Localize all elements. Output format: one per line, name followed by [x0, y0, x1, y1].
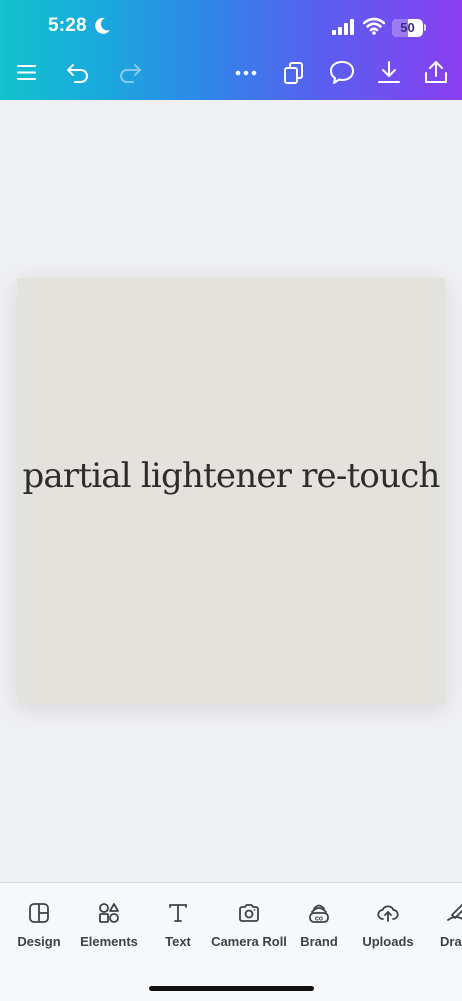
battery-level-text: 50: [400, 20, 415, 35]
bottom-toolbar: Design Elements Text Camera Roll co Bran…: [0, 882, 462, 1001]
tool-label: Camera Roll: [211, 934, 287, 949]
camera-icon: [239, 904, 259, 922]
cellular-signal-icon: [332, 19, 356, 40]
top-bar: 5:28 50: [0, 0, 462, 100]
svg-text:co: co: [315, 915, 323, 922]
tool-label: Design: [17, 934, 61, 949]
home-indicator: [149, 986, 314, 991]
battery-indicator: 50: [392, 19, 423, 37]
tool-text[interactable]: Text: [158, 901, 198, 949]
tool-design[interactable]: Design: [14, 901, 64, 949]
tool-label: Elements: [80, 934, 138, 949]
download-icon[interactable]: [374, 58, 404, 88]
wifi-icon: [362, 17, 386, 40]
tool-label: Dra: [440, 934, 462, 949]
tool-elements[interactable]: Elements: [78, 901, 140, 949]
brand-icon: co: [309, 904, 329, 923]
elements-icon: [99, 903, 119, 923]
status-time: 5:28: [48, 15, 87, 36]
moon-icon: [95, 17, 111, 40]
design-icon: [29, 903, 49, 923]
uploads-icon: [377, 905, 399, 922]
more-icon[interactable]: [232, 58, 262, 88]
canvas-text[interactable]: partial lightener re-touch: [17, 456, 445, 496]
comment-icon[interactable]: [327, 58, 357, 88]
share-icon[interactable]: [421, 58, 451, 88]
redo-icon[interactable]: [114, 58, 144, 88]
tool-camera-roll[interactable]: Camera Roll: [210, 901, 288, 949]
tool-label: Uploads: [362, 934, 414, 949]
menu-icon[interactable]: [14, 58, 44, 88]
design-canvas[interactable]: partial lightener re-touch: [17, 278, 445, 705]
tool-uploads[interactable]: Uploads: [360, 901, 416, 949]
undo-icon[interactable]: [64, 58, 94, 88]
battery-cap: [424, 24, 426, 31]
tool-brand[interactable]: co Brand: [297, 901, 341, 949]
tool-draw[interactable]: Dra: [440, 901, 462, 949]
draw-icon: [447, 904, 462, 921]
tool-label: Brand: [300, 934, 338, 949]
pages-icon[interactable]: [280, 58, 310, 88]
text-icon: [169, 904, 187, 922]
tool-label: Text: [165, 934, 191, 949]
